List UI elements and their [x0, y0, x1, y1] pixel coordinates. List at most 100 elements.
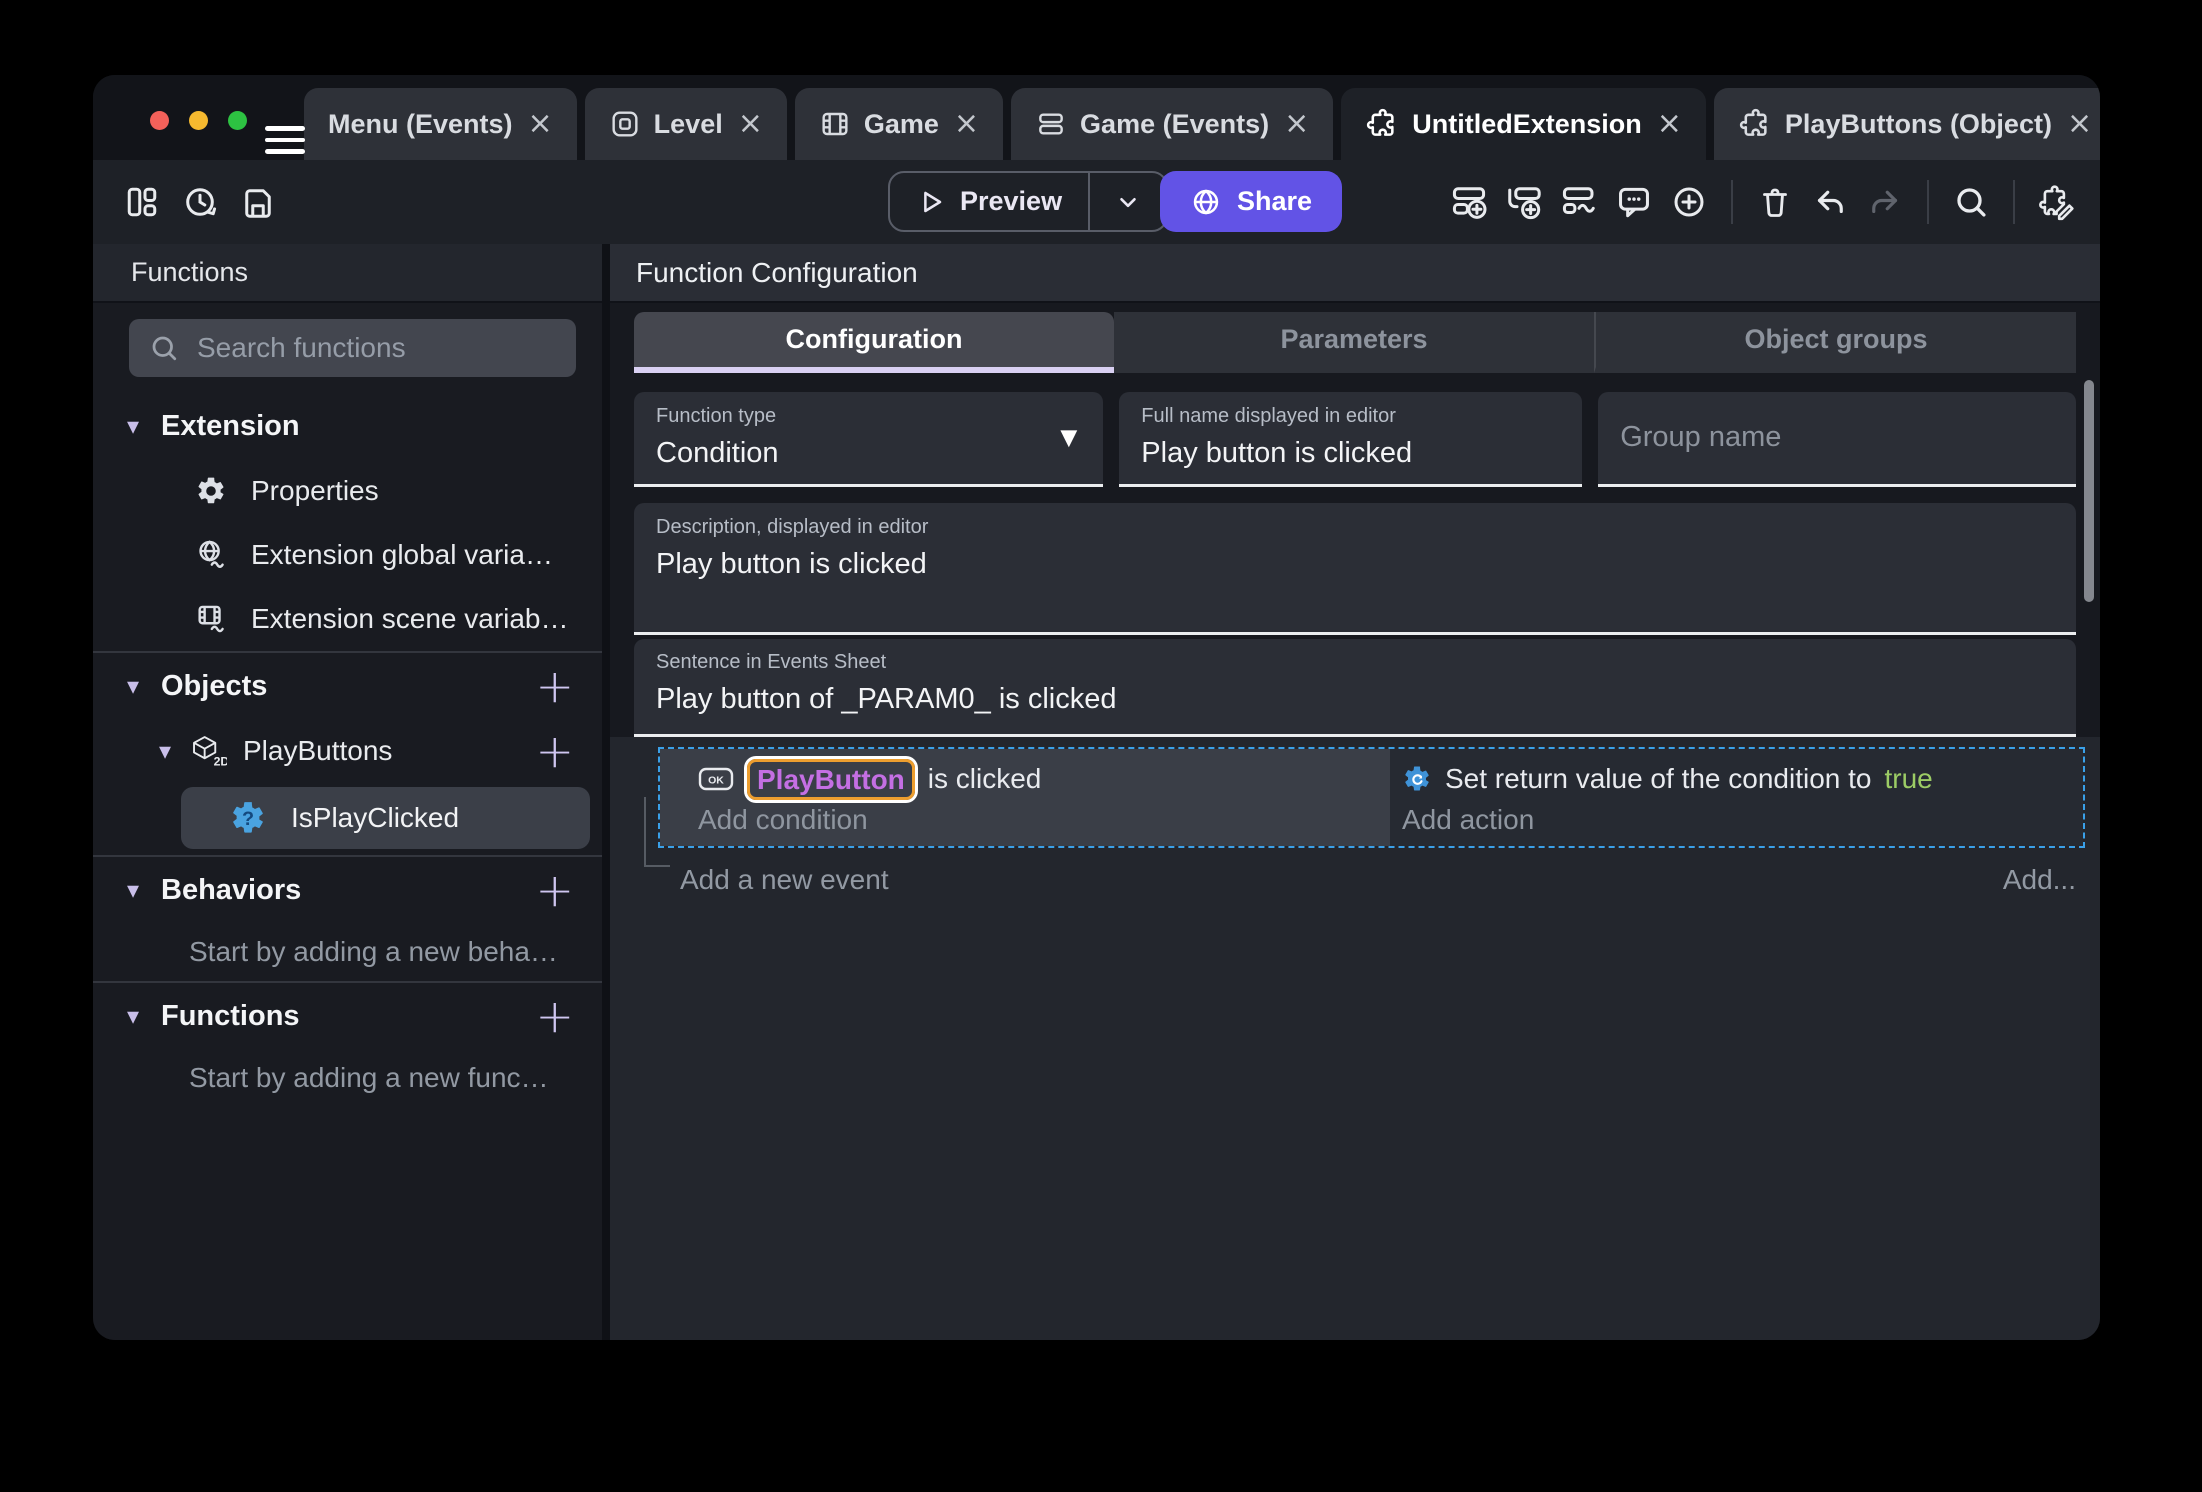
delete-icon[interactable] — [1756, 183, 1794, 221]
field-label: Full name displayed in editor — [1141, 405, 1396, 427]
chevron-down-icon[interactable]: ▾ — [159, 737, 189, 765]
main-menu-icon[interactable] — [265, 126, 305, 154]
tab-object-groups[interactable]: Object groups — [1594, 312, 2076, 373]
search-icon[interactable] — [1952, 183, 1990, 221]
sidebar-section-behaviors[interactable]: ▾ Behaviors + — [93, 857, 602, 923]
toolbar-left-group — [123, 183, 277, 221]
condition-object-chip[interactable]: PlayButton — [747, 758, 915, 800]
tab-parameters[interactable]: Parameters — [1114, 312, 1594, 373]
scene-variables-icon — [193, 602, 229, 636]
window-body: Functions Search functions ▾ Extension P… — [93, 244, 2100, 1340]
chevron-down-icon — [1120, 197, 1136, 207]
minimize-window-button[interactable] — [189, 111, 208, 130]
add-other-event-icon[interactable] — [1560, 183, 1598, 221]
full-name-field[interactable]: Full name displayed in editor Play butto… — [1119, 392, 1583, 487]
group-name-field[interactable]: Group name — [1598, 392, 2076, 487]
sidebar-section-functions[interactable]: ▾ Functions + — [93, 983, 602, 1049]
project-manager-icon[interactable] — [123, 183, 161, 221]
close-tab-icon[interactable]: × — [1657, 109, 1682, 139]
add-function-to-object-button[interactable]: + — [535, 728, 574, 774]
condition-line[interactable]: OK PlayButton is clicked — [698, 757, 1390, 801]
sidebar-item-extension-global-variables[interactable]: Extension global varia… — [93, 523, 602, 587]
action-value: true — [1884, 763, 1933, 794]
behaviors-empty-hint: Start by adding a new beha… — [189, 936, 558, 967]
field-label: Function type — [656, 405, 777, 427]
preview-button-main[interactable]: Preview — [890, 173, 1088, 230]
add-new-event-button[interactable]: Add a new event — [680, 864, 889, 896]
add-comment-icon[interactable] — [1615, 183, 1653, 221]
add-condition-button[interactable]: Add condition — [698, 804, 1390, 836]
history-icon[interactable] — [181, 183, 219, 221]
configuration-form: Function type Condition ▼ Full name disp… — [610, 373, 2100, 737]
close-window-button[interactable] — [150, 111, 169, 130]
close-tab-icon[interactable]: × — [954, 109, 979, 139]
tab-menu-events[interactable]: Menu (Events) × — [304, 88, 577, 160]
preview-button[interactable]: Preview — [888, 171, 1169, 232]
sidebar-item-extension-scene-variables[interactable]: Extension scene variab… — [93, 587, 602, 651]
svg-text:2D: 2D — [214, 755, 227, 768]
tab-bar: Menu (Events) × Level × Game × Game (Eve… — [93, 75, 2100, 160]
sidebar-item-properties[interactable]: Properties — [93, 459, 602, 523]
tab-game[interactable]: Game × — [794, 88, 1004, 160]
sidebar-item-label: Extension global varia… — [251, 539, 553, 570]
sidebar-item-playbuttons[interactable]: ▾ 2D PlayButtons + — [93, 719, 602, 783]
scrollbar-thumb[interactable] — [2084, 380, 2094, 602]
field-placeholder: Group name — [1620, 421, 1782, 453]
sidebar-item-label: Properties — [251, 475, 379, 506]
chevron-down-icon[interactable]: ▾ — [127, 412, 161, 440]
share-button[interactable]: Share — [1160, 171, 1343, 232]
event-tree-connector — [644, 797, 670, 867]
close-tab-icon[interactable]: × — [2067, 109, 2092, 139]
edit-extension-icon[interactable] — [2038, 183, 2076, 221]
function-type-select[interactable]: Function type Condition ▼ — [634, 392, 1104, 487]
circle-plus-icon[interactable] — [1670, 183, 1708, 221]
field-label: Description, displayed in editor — [656, 516, 929, 538]
add-more-button[interactable]: Add... — [2003, 864, 2076, 896]
film-icon — [819, 108, 851, 140]
object-label: PlayButtons — [243, 735, 393, 766]
globe-variables-icon — [193, 538, 229, 572]
chevron-down-icon[interactable]: ▾ — [127, 672, 161, 700]
zoom-window-button[interactable] — [228, 111, 247, 130]
tab-playbuttons-object[interactable]: PlayButtons (Object) × — [1713, 88, 2100, 160]
tab-configuration[interactable]: Configuration — [634, 312, 1114, 373]
sidebar-item-isplayclicked[interactable]: ? IsPlayClicked — [181, 787, 590, 849]
tab-untitled-extension[interactable]: UntitledExtension × — [1341, 88, 1706, 160]
save-icon[interactable] — [239, 183, 277, 221]
event-row[interactable]: OK PlayButton is clicked Add condition S… — [658, 747, 2085, 848]
tab-game-events[interactable]: Game (Events) × — [1011, 88, 1334, 160]
description-field[interactable]: Description, displayed in editor Play bu… — [634, 503, 2076, 635]
redo-icon[interactable] — [1866, 183, 1904, 221]
add-action-button[interactable]: Add action — [1402, 804, 2083, 836]
close-tab-icon[interactable]: × — [1284, 109, 1309, 139]
add-event-icon[interactable] — [1450, 183, 1488, 221]
search-functions-input[interactable]: Search functions — [129, 319, 576, 377]
chevron-down-icon[interactable]: ▾ — [127, 876, 161, 904]
action-text: Set return value of the condition to — [1444, 763, 1872, 794]
close-tab-icon[interactable]: × — [528, 109, 553, 139]
add-object-button[interactable]: + — [535, 663, 574, 709]
tab-level[interactable]: Level × — [584, 88, 787, 160]
add-behavior-button[interactable]: + — [535, 867, 574, 913]
close-tab-icon[interactable]: × — [738, 109, 763, 139]
actions-column[interactable]: Set return value of the condition to tru… — [1389, 749, 2083, 846]
add-free-function-button[interactable]: + — [535, 993, 574, 1039]
section-title: Functions — [161, 999, 300, 1032]
chevron-down-icon[interactable]: ▾ — [127, 1002, 161, 1030]
svg-text:?: ? — [242, 808, 254, 830]
toolbar: Preview Share — [93, 160, 2100, 244]
preview-dropdown-button[interactable] — [1090, 173, 1166, 230]
conditions-column[interactable]: OK PlayButton is clicked Add condition — [660, 749, 1390, 846]
sidebar-section-extension[interactable]: ▾ Extension — [93, 393, 602, 459]
scene-icon — [609, 108, 641, 140]
sentence-field[interactable]: Sentence in Events Sheet Play button of … — [634, 639, 2076, 737]
condition-function-icon: ? — [229, 799, 267, 837]
events-sheet-icon — [1035, 108, 1067, 140]
events-sheet: OK PlayButton is clicked Add condition S… — [610, 737, 2100, 1340]
sidebar-section-objects[interactable]: ▾ Objects + — [93, 653, 602, 719]
add-subevent-icon[interactable] — [1505, 183, 1543, 221]
action-line[interactable]: Set return value of the condition to tru… — [1402, 757, 2083, 801]
undo-icon[interactable] — [1811, 183, 1849, 221]
dropdown-arrow-icon[interactable]: ▼ — [1060, 426, 1077, 451]
extension-icon — [1365, 107, 1399, 141]
